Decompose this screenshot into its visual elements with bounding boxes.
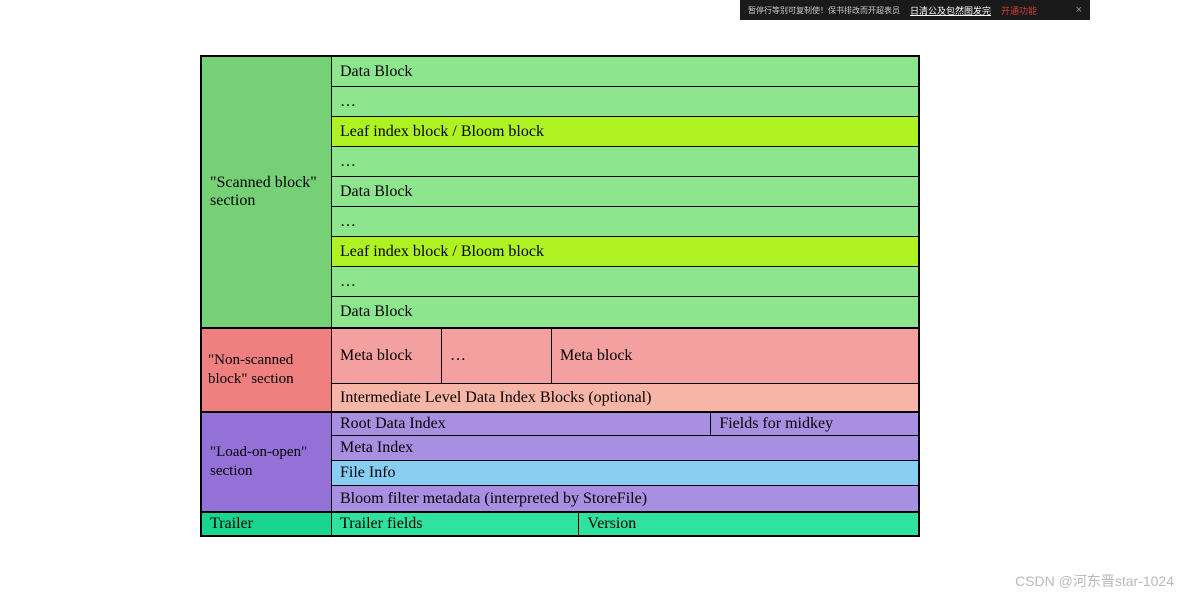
trailer-section: Trailer Trailer fields Version: [202, 513, 918, 535]
leaf-index-row: Leaf index block / Bloom block: [332, 237, 918, 267]
scanned-block-section: "Scanned block" section Data Block … Lea…: [202, 57, 918, 329]
nonscanned-block-section: "Non-scanned block" section Meta block ……: [202, 329, 918, 413]
root-data-index-row: Root Data Index Fields for midkey: [332, 413, 918, 436]
data-block-row: Data Block: [332, 297, 918, 327]
fields-midkey-cell: Fields for midkey: [711, 413, 918, 435]
nonscanned-label: "Non-scanned block" section: [202, 329, 332, 411]
scanned-label: "Scanned block" section: [202, 57, 332, 327]
data-block-row: Data Block: [332, 57, 918, 87]
meta-block-cell: Meta block: [332, 329, 442, 383]
root-data-index-cell: Root Data Index: [332, 413, 711, 435]
ellipsis-row: …: [332, 87, 918, 117]
trailer-row: Trailer fields Version: [332, 513, 918, 535]
trailer-label: Trailer: [202, 513, 332, 535]
meta-index-row: Meta Index: [332, 436, 918, 461]
load-on-open-section: "Load-on-open" section Root Data Index F…: [202, 413, 918, 513]
bar-text: 暂停行等别可复制使！保书排改而开超表员: [748, 5, 900, 16]
nonscanned-content: Meta block … Meta block Intermediate Lev…: [332, 329, 918, 411]
close-icon[interactable]: ×: [1076, 4, 1082, 16]
top-notification-bar: 暂停行等别可复制使！保书排改而开超表员 日清公及包然图发完 开通功能 ×: [740, 0, 1090, 20]
watermark: CSDN @河东晋star-1024: [1015, 571, 1174, 591]
meta-block-cell: Meta block: [552, 329, 918, 383]
trailer-fields-cell: Trailer fields: [332, 513, 579, 535]
leaf-index-row: Leaf index block / Bloom block: [332, 117, 918, 147]
version-cell: Version: [579, 513, 918, 535]
scanned-content: Data Block … Leaf index block / Bloom bl…: [332, 57, 918, 327]
bar-link[interactable]: 日清公及包然图发完: [910, 4, 991, 17]
ellipsis-row: …: [332, 207, 918, 237]
data-block-row: Data Block: [332, 177, 918, 207]
loadopen-label: "Load-on-open" section: [202, 413, 332, 511]
bar-action[interactable]: 开通功能: [1001, 4, 1037, 17]
intermediate-index-row: Intermediate Level Data Index Blocks (op…: [332, 384, 918, 411]
ellipsis-row: …: [332, 267, 918, 297]
hfile-structure-diagram: "Scanned block" section Data Block … Lea…: [200, 55, 920, 537]
bloom-metadata-row: Bloom filter metadata (interpreted by St…: [332, 486, 918, 511]
loadopen-content: Root Data Index Fields for midkey Meta I…: [332, 413, 918, 511]
ellipsis-cell: …: [442, 329, 552, 383]
ellipsis-row: …: [332, 147, 918, 177]
meta-blocks-row: Meta block … Meta block: [332, 329, 918, 384]
file-info-row: File Info: [332, 461, 918, 486]
trailer-content: Trailer fields Version: [332, 513, 918, 535]
